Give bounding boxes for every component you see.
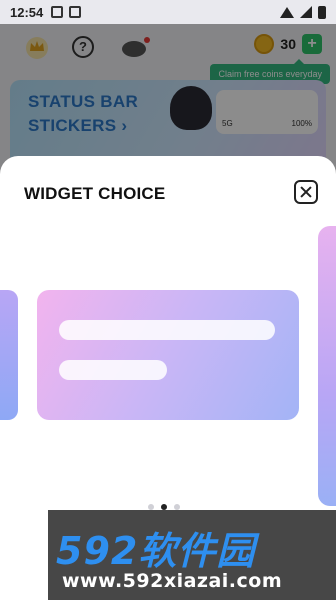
- widget-placeholder-line-short: [59, 360, 167, 380]
- status-bar: 12:54: [0, 0, 336, 24]
- wifi-icon: [280, 6, 294, 18]
- signal-icon: [300, 6, 312, 18]
- watermark-logo: 592软件园: [56, 529, 256, 573]
- qr-icon: [51, 6, 64, 18]
- widget-card-previous[interactable]: [0, 290, 18, 420]
- status-time: 12:54: [10, 4, 44, 20]
- watermark: 592软件园 www.592xiazai.com: [48, 510, 336, 600]
- battery-icon: [318, 5, 326, 19]
- close-icon[interactable]: [294, 180, 318, 204]
- sheet-title: WIDGET CHOICE: [24, 184, 166, 203]
- a-icon: [69, 6, 82, 18]
- widget-placeholder-line: [59, 320, 275, 340]
- widget-card-next[interactable]: [318, 226, 336, 506]
- widget-card[interactable]: [37, 290, 299, 420]
- watermark-url: www.592xiazai.com: [62, 570, 283, 592]
